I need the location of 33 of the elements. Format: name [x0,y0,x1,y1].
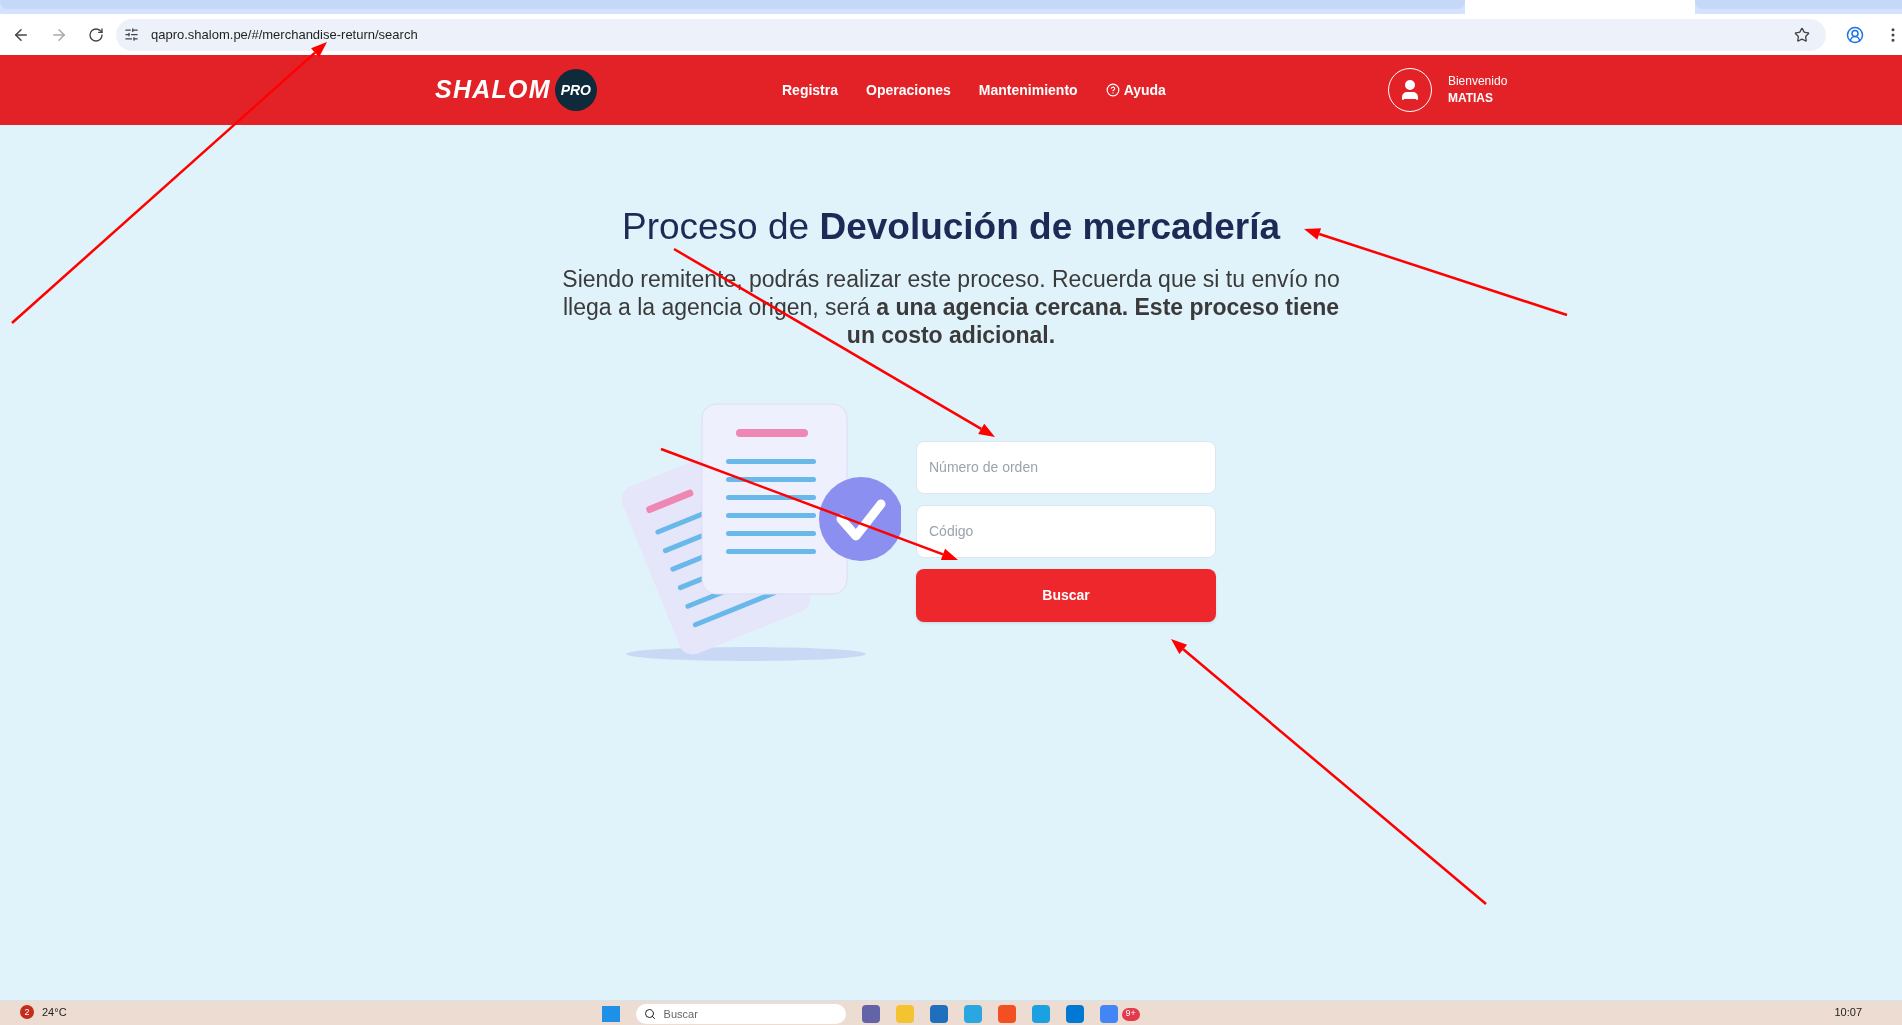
logo-badge: PRO [554,69,597,111]
greeting-text: Bienvenido [1447,73,1508,90]
temperature-text: 24°C [42,1005,67,1020]
url-text: qapro.shalom.pe/#/merchandise-return/search [151,25,418,44]
nav-link[interactable]: Mantenimiento [978,79,1078,101]
app-icon[interactable] [1065,1005,1084,1023]
taskbar-search[interactable]: Buscar [635,1004,846,1024]
address-bar[interactable]: qapro.shalom.pe/#/merchandise-return/search [116,18,1826,51]
app-icon[interactable] [997,1005,1016,1023]
nav-link[interactable]: Ayuda [1105,79,1166,101]
profile-icon[interactable] [1846,25,1864,44]
page-title: Proceso de Devolución de mercadería [621,205,1281,249]
logo-text: SHALOM [435,74,551,106]
text-field[interactable]: Número de orden [916,440,1216,494]
app-icon[interactable] [1099,1005,1118,1023]
user-name: MATIAS [1447,90,1495,107]
app-icon[interactable] [1031,1005,1050,1023]
windows-start-icon[interactable] [601,1006,620,1022]
search-button[interactable]: Buscar [916,568,1216,622]
clock-text: 10:07 [1834,1005,1862,1020]
site-settings-icon[interactable] [124,27,139,42]
app-icon[interactable] [929,1005,948,1023]
nav-link[interactable]: Registra [782,79,839,101]
reload-icon[interactable] [88,26,104,43]
notification-badge: 9+ [1121,1007,1140,1021]
help-icon [1105,83,1120,97]
bookmark-star-icon[interactable] [1794,26,1810,43]
app-icon[interactable] [963,1005,982,1023]
search-icon [643,1008,656,1020]
notification-badge: 2 [20,1005,34,1020]
nav-link[interactable]: Operaciones [866,79,951,101]
app-icon[interactable] [861,1005,880,1023]
text-field[interactable]: Código [916,504,1216,558]
